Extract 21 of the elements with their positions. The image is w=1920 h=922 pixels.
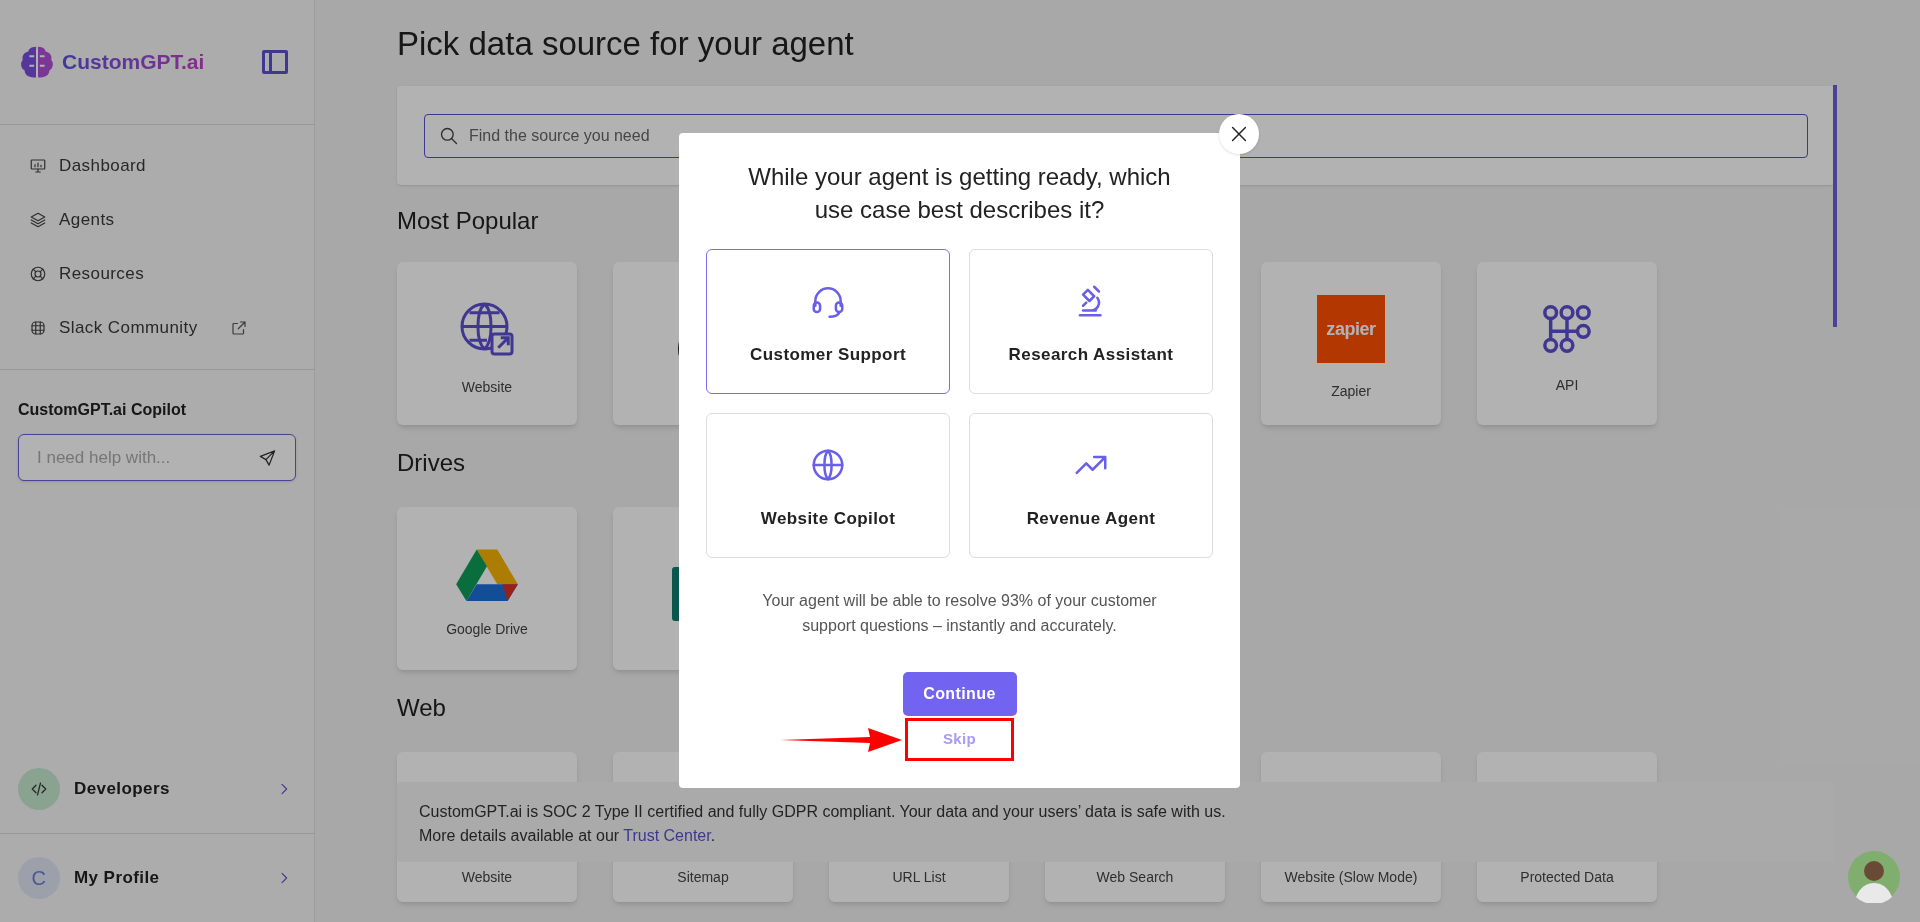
section-heading: Web — [397, 694, 446, 722]
card-label: Protected Data — [1520, 868, 1614, 887]
card-label: Website — [461, 868, 513, 887]
card-label: Website (Slow Mode) — [1284, 868, 1418, 887]
page-title: Pick data source for your agent — [397, 24, 855, 64]
card-label: Zapier — [1331, 382, 1371, 401]
dialog-description: Your agent will be able to resolve 93% of your customer support questions – instantly and accurately. — [761, 591, 1158, 636]
card-label: URL List — [892, 868, 946, 887]
section-heading: Drives — [397, 449, 465, 477]
card-label: Web Search — [1096, 868, 1174, 887]
card-label: Website — [461, 378, 513, 397]
card-label: API — [1555, 376, 1579, 395]
section-heading: Most Popular — [397, 207, 539, 235]
profile-avatar: C — [18, 857, 60, 899]
dialog-title: While your agent is getting ready, which use case best describes it? — [747, 162, 1172, 225]
zapier-logo: zapier — [1317, 295, 1385, 363]
card-label: Google Drive — [446, 620, 528, 639]
copilot-title: CustomGPT.ai Copilot — [18, 400, 187, 420]
trust-center-text: More details available at our Trust Center. — [419, 826, 717, 846]
card-label: Sitemap — [677, 868, 729, 887]
compliance-text: CustomGPT.ai is SOC 2 Type II certified and fully GDPR compliant. Your data and your users’ data is safe with us. — [419, 802, 1227, 822]
